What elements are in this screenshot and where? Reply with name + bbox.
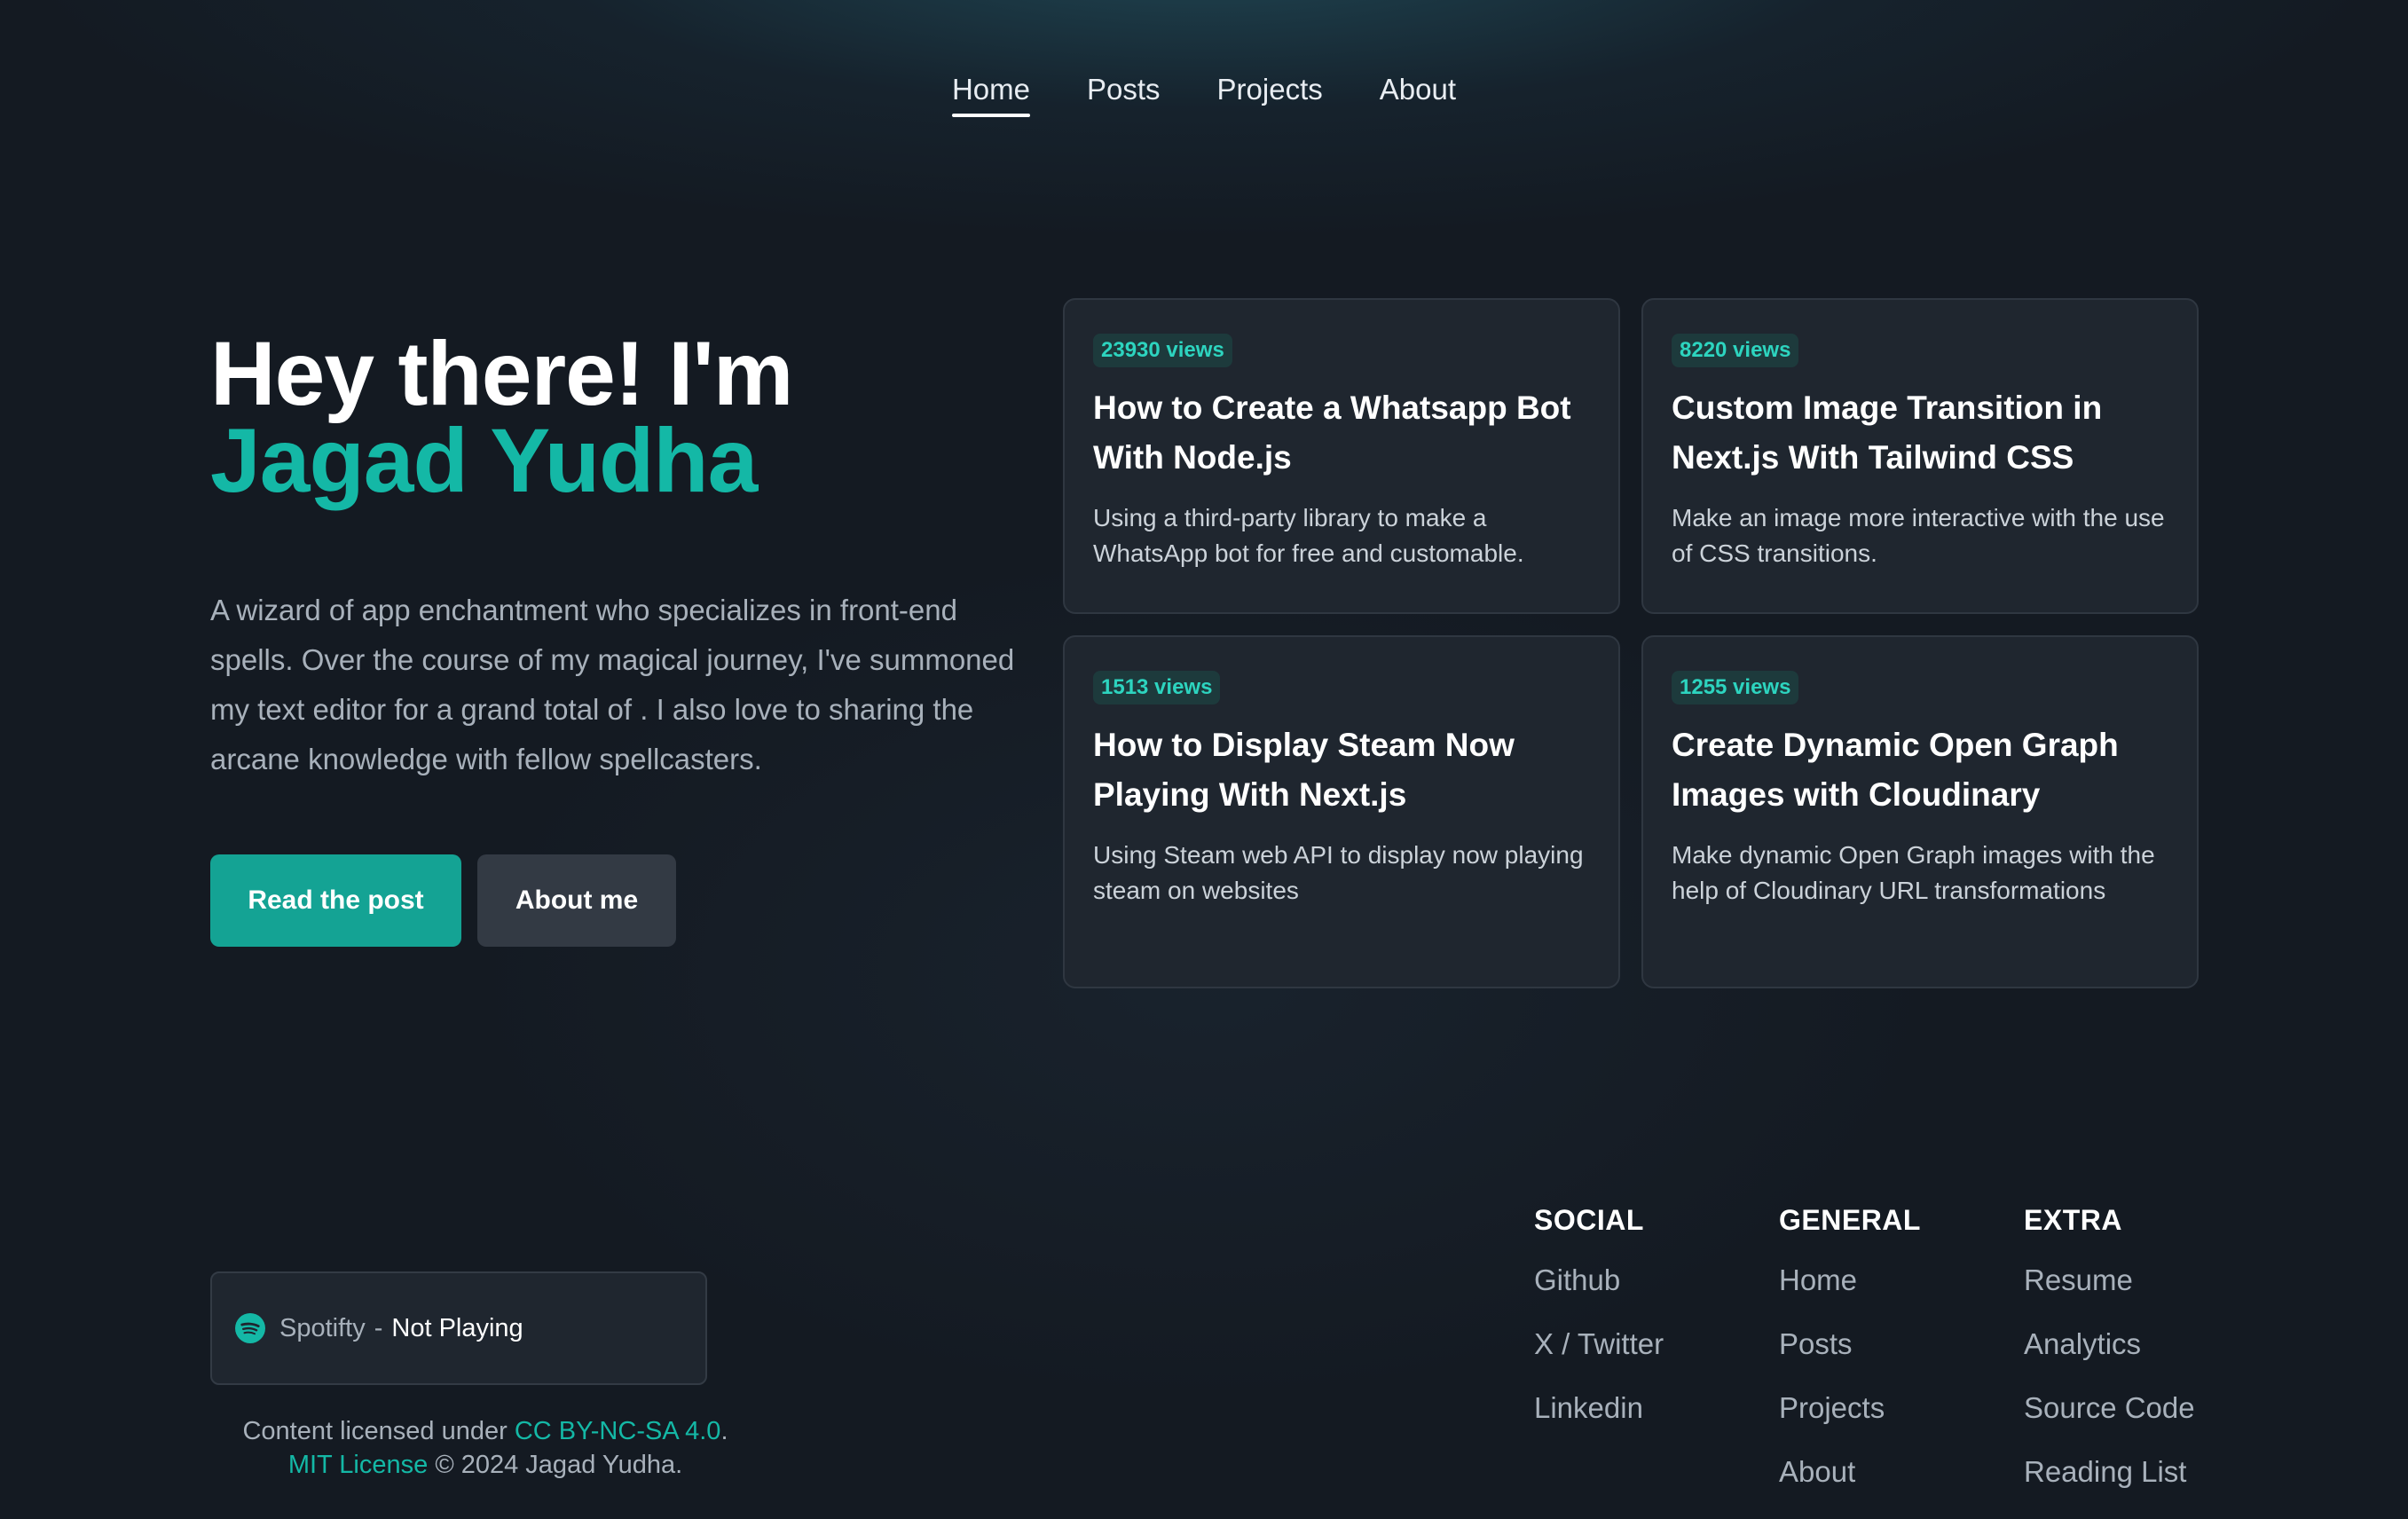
about-me-button[interactable]: About me <box>477 854 676 947</box>
footer-link-projects[interactable]: Projects <box>1779 1391 1921 1455</box>
views-badge: 8220 views <box>1672 334 1799 367</box>
spotify-separator: - <box>374 1313 383 1342</box>
hero-title: Hey there! I'm Jagad Yudha <box>210 323 793 511</box>
footer-link-reading-list[interactable]: Reading List <box>2024 1455 2195 1519</box>
footer-link-source-code[interactable]: Source Code <box>2024 1391 2195 1455</box>
nav-projects[interactable]: Projects <box>1217 73 1323 117</box>
footer-extra-heading: EXTRA <box>2024 1204 2122 1236</box>
views-badge: 23930 views <box>1093 334 1232 367</box>
spotify-widget: Spotifty - Not Playing <box>210 1271 707 1385</box>
post-description: Make an image more interactive with the … <box>1672 504 2165 567</box>
footer-link-linkedin[interactable]: Linkedin <box>1534 1391 1664 1455</box>
footer-general-column: GENERAL Home Posts Projects About <box>1779 1204 1921 1519</box>
post-description: Using Steam web API to display now playi… <box>1093 841 1584 904</box>
hero-description: A wizard of app enchantment who speciali… <box>210 594 1015 775</box>
hero-name: Jagad Yudha <box>210 410 758 511</box>
cc-license-link[interactable]: CC BY-NC-SA 4.0 <box>515 1417 721 1445</box>
footer-link-about[interactable]: About <box>1779 1455 1921 1519</box>
footer-link-twitter[interactable]: X / Twitter <box>1534 1327 1664 1391</box>
footer-extra-column: EXTRA Resume Analytics Source Code Readi… <box>2024 1204 2195 1519</box>
footer-social-heading: SOCIAL <box>1534 1204 1644 1236</box>
footer-general-heading: GENERAL <box>1779 1204 1921 1236</box>
hero-buttons: Read the post About me <box>210 854 676 947</box>
footer-social-column: SOCIAL Github X / Twitter Linkedin <box>1534 1204 1664 1455</box>
mit-license-link[interactable]: MIT License <box>288 1451 428 1479</box>
footer-link-resume[interactable]: Resume <box>2024 1263 2195 1327</box>
hero-greeting: Hey there! I'm <box>210 323 793 424</box>
footer-link-analytics[interactable]: Analytics <box>2024 1327 2195 1391</box>
spotify-label: Spotifty <box>279 1313 366 1342</box>
post-description: Make dynamic Open Graph images with the … <box>1672 841 2155 904</box>
footer-link-posts[interactable]: Posts <box>1779 1327 1921 1391</box>
nav-about[interactable]: About <box>1380 73 1456 117</box>
read-the-post-button[interactable]: Read the post <box>210 854 461 947</box>
featured-posts: 23930 views How to Create a Whatsapp Bot… <box>1063 298 2199 988</box>
post-card[interactable]: 1513 views How to Display Steam Now Play… <box>1063 635 1620 988</box>
footer-link-home[interactable]: Home <box>1779 1263 1921 1327</box>
nav-posts[interactable]: Posts <box>1087 73 1161 117</box>
nav-home[interactable]: Home <box>951 73 1031 117</box>
post-card[interactable]: 23930 views How to Create a Whatsapp Bot… <box>1063 298 1620 614</box>
post-description: Using a third-party library to make a Wh… <box>1093 504 1524 567</box>
copyright-text: © 2024 Jagad Yudha. <box>435 1451 683 1479</box>
spotify-icon <box>235 1313 265 1343</box>
spotify-status: Not Playing <box>391 1313 523 1342</box>
license-cc-suffix: . <box>720 1417 728 1445</box>
page: Home Posts Projects About Hey there! I'm… <box>0 0 2408 1488</box>
post-title: How to Display Steam Now Playing With Ne… <box>1093 727 1515 813</box>
post-card[interactable]: 1255 views Create Dynamic Open Graph Ima… <box>1641 635 2199 988</box>
post-title: How to Create a Whatsapp Bot With Node.j… <box>1093 390 1571 476</box>
top-nav: Home Posts Projects About <box>0 73 2408 117</box>
views-badge: 1255 views <box>1672 671 1799 704</box>
views-badge: 1513 views <box>1093 671 1221 704</box>
post-title: Custom Image Transition in Next.js With … <box>1672 390 2103 476</box>
footer-link-github[interactable]: Github <box>1534 1263 1664 1327</box>
post-card[interactable]: 8220 views Custom Image Transition in Ne… <box>1641 298 2199 614</box>
license-prefix: Content licensed under <box>242 1417 508 1445</box>
post-title: Create Dynamic Open Graph Images with Cl… <box>1672 727 2119 813</box>
license-text: Content licensed under CC BY-NC-SA 4.0. … <box>210 1414 760 1482</box>
